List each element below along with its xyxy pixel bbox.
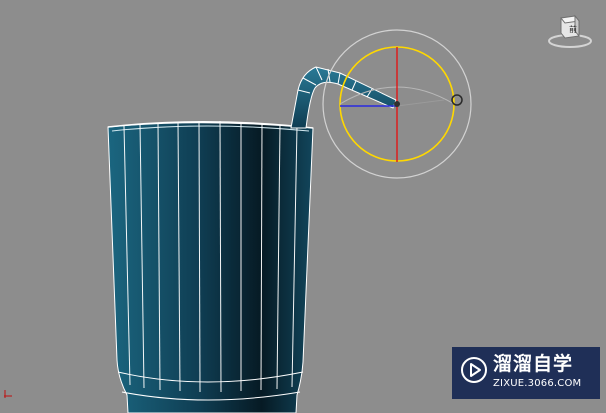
straw-model[interactable] xyxy=(290,66,397,129)
rotate-gizmo[interactable] xyxy=(322,29,472,179)
viewcube-face-label: 前 xyxy=(569,25,577,34)
world-axis-icon xyxy=(4,390,12,398)
cup-model[interactable] xyxy=(107,120,314,413)
3d-viewport[interactable]: 前 溜溜自学 ZIXUE.3066.COM xyxy=(0,0,606,413)
watermark-badge: 溜溜自学 ZIXUE.3066.COM xyxy=(452,347,600,399)
play-logo-icon xyxy=(461,357,487,383)
watermark-url: ZIXUE.3066.COM xyxy=(493,378,582,389)
watermark-brand: 溜溜自学 xyxy=(493,353,574,375)
